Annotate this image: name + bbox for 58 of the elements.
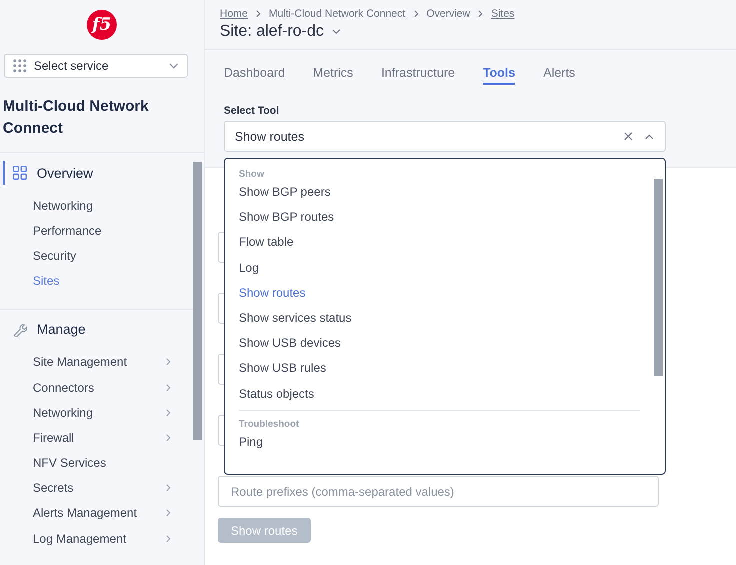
clear-icon[interactable] <box>624 132 633 141</box>
nav-item[interactable]: Networking <box>0 193 193 218</box>
nav-item[interactable]: Firewall <box>0 425 193 450</box>
chevron-down-icon[interactable] <box>332 29 342 35</box>
input-field[interactable]: Route prefixes (comma-separated values) <box>218 476 659 507</box>
tab[interactable]: Alerts <box>543 66 576 85</box>
chevron-down-icon <box>169 63 179 69</box>
chevron-right-icon <box>166 408 171 417</box>
nav-item[interactable]: Sites <box>0 268 193 294</box>
breadcrumb-item: Multi-Cloud Network Connect <box>269 8 406 20</box>
chevron-right-icon <box>166 434 171 442</box>
chevron-right-icon <box>166 358 171 366</box>
chevron-right-icon <box>478 10 484 18</box>
chevron-right-icon <box>414 10 419 18</box>
dropdown-option[interactable]: Show USB devices <box>239 334 654 360</box>
chevron-right-icon <box>166 484 171 492</box>
wrench-icon <box>13 322 27 337</box>
nav-item[interactable]: Networking <box>0 400 193 426</box>
app-title: Multi-Cloud Network Connect <box>3 97 150 139</box>
grid-icon <box>13 166 27 180</box>
chevron-right-icon <box>256 10 262 18</box>
chevron-right-icon <box>166 384 171 392</box>
breadcrumb-link[interactable]: Home <box>220 8 248 20</box>
nav-section[interactable]: Manage <box>3 318 193 342</box>
page-title: Site: alef-ro-dc <box>220 23 324 41</box>
breadcrumb-item: Overview <box>426 8 470 20</box>
logo: f5 <box>87 10 117 40</box>
nav-item[interactable]: Connectors <box>0 374 193 400</box>
tab[interactable]: Dashboard <box>224 66 286 85</box>
nav-item[interactable]: Performance <box>0 218 193 244</box>
nav-item[interactable]: Security <box>0 243 193 269</box>
dropdown-option[interactable]: Show services status <box>239 308 654 334</box>
chevron-right-icon <box>166 509 171 518</box>
dropdown-option[interactable]: Show routes <box>239 284 654 309</box>
nav-item[interactable]: Secrets <box>0 476 193 501</box>
nav-item[interactable]: NFV Services <box>0 450 193 476</box>
nav-item[interactable]: Log Management <box>0 526 193 552</box>
field-label: Select Tool <box>224 105 280 117</box>
dropdown-option[interactable]: Log <box>239 258 654 284</box>
service-select[interactable]: Select service <box>4 54 188 78</box>
tab[interactable]: Tools <box>483 66 516 85</box>
tab[interactable]: Infrastructure <box>381 66 456 85</box>
dropdown-option[interactable]: Ping <box>239 432 654 458</box>
nav-item[interactable]: Alerts Management <box>0 500 193 526</box>
tool-select[interactable]: Show routes <box>224 121 666 152</box>
chevron-right-icon <box>166 534 171 543</box>
dropdown-option[interactable]: Status objects <box>239 384 654 410</box>
breadcrumb-link[interactable]: Sites <box>491 8 515 20</box>
nav-item[interactable]: Site Management <box>0 350 193 375</box>
scrollbar-thumb[interactable] <box>654 179 663 376</box>
chevron-up-icon[interactable] <box>645 134 654 140</box>
dropdown-option[interactable]: Show BGP routes <box>239 208 654 234</box>
group-label: Troubleshoot <box>239 418 300 430</box>
tab[interactable]: Metrics <box>313 66 354 85</box>
dropdown-option[interactable]: Show BGP peers <box>239 183 654 208</box>
apps-icon <box>13 59 27 73</box>
scrollbar-thumb[interactable] <box>193 162 202 440</box>
group-label: Show <box>239 169 266 180</box>
